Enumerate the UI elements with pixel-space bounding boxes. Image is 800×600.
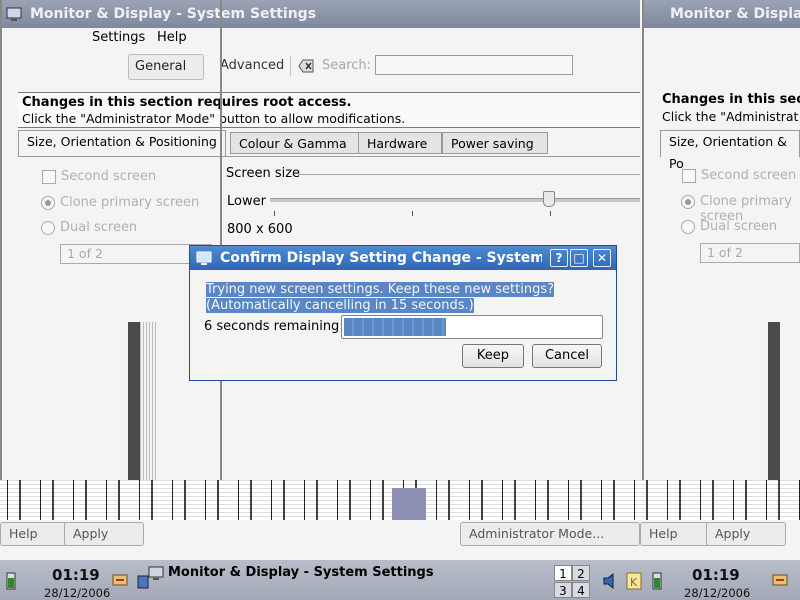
desktop-1[interactable]: 1 — [554, 565, 572, 581]
root-access-notice: Changes in this section requires root ac… — [18, 92, 640, 128]
tab-panel-border — [18, 156, 640, 157]
second-screen-checkbox[interactable] — [42, 170, 56, 184]
duplicate-dual-label: Dual screen — [700, 219, 778, 234]
countdown-progress-bar — [341, 315, 603, 339]
duplicate-radio — [681, 195, 695, 209]
duplicate-clock-date: 28/12/2006 — [684, 586, 751, 600]
cancel-button[interactable]: Cancel — [532, 344, 602, 368]
monitor-icon — [148, 566, 164, 580]
screen-size-slider[interactable] — [270, 198, 640, 202]
general-button[interactable]: General — [128, 54, 204, 80]
clone-primary-label: Clone primary screen — [60, 195, 200, 210]
monitor-icon — [6, 7, 22, 21]
duplicate-radio — [681, 220, 695, 234]
dialog-message-line1: Trying new screen settings. Keep these n… — [206, 282, 554, 297]
scrollbar-artifact — [140, 322, 156, 482]
duplicate-apply-button: Apply — [706, 522, 786, 546]
clock-date: 28/12/2006 — [44, 586, 111, 600]
confirm-dialog: Confirm Display Setting Change - System … — [189, 245, 617, 381]
slider-tick — [412, 211, 413, 216]
screen-size-divider — [298, 174, 640, 175]
help-icon[interactable]: ? — [550, 249, 568, 267]
tab-size-orientation[interactable]: Size, Orientation & Positioning — [18, 130, 226, 157]
dual-screen-label: Dual screen — [60, 220, 138, 235]
menu-settings[interactable]: Settings — [92, 30, 145, 45]
main-window-titlebar[interactable]: Monitor & Display - System Settings — [0, 0, 640, 28]
svg-text:K: K — [630, 576, 638, 589]
seconds-remaining-label: 6 seconds remaining: — [204, 319, 344, 334]
battery-icon[interactable] — [650, 572, 664, 590]
desktop-3[interactable]: 3 — [554, 582, 572, 598]
desktop-4[interactable]: 4 — [572, 582, 590, 598]
dialog-message-line2: (Automatically cancelling in 15 seconds.… — [206, 298, 474, 313]
duplicate-notice-heading: Changes in this sec — [662, 92, 800, 107]
dialog-message: Trying new screen settings. Keep these n… — [206, 282, 554, 314]
screen-size-slider-handle[interactable] — [543, 191, 555, 207]
duplicate-tab: Size, Orientation & Po — [660, 130, 800, 171]
search-label: Search: — [322, 58, 372, 73]
root-notice-text: Click the "Administrator Mode" button to… — [22, 111, 406, 126]
tab-colour-gamma[interactable]: Colour & Gamma — [230, 132, 374, 154]
dual-screen-radio[interactable] — [41, 221, 55, 235]
battery-icon[interactable] — [4, 572, 18, 590]
duplicate-screen-select: 1 of 2 — [700, 243, 800, 263]
clock-time[interactable]: 01:19 — [52, 566, 100, 584]
advanced-button[interactable]: Advanced — [214, 54, 290, 78]
search-input[interactable] — [375, 55, 573, 75]
current-resolution: 800 x 600 — [227, 222, 293, 237]
network-icon[interactable] — [112, 572, 128, 588]
dialog-title: Confirm Display Setting Change - System … — [220, 250, 542, 266]
dialog-titlebar[interactable]: Confirm Display Setting Change - System … — [190, 246, 616, 270]
render-noise-block — [392, 488, 426, 524]
tab-power-saving[interactable]: Power saving — [442, 132, 548, 154]
menubar: Settings Help — [0, 28, 640, 48]
duplicate-window-edge — [642, 0, 644, 520]
screen-size-label: Screen size — [226, 166, 301, 181]
main-window-title: Monitor & Display - System Settings — [30, 6, 317, 22]
duplicate-checkbox — [682, 169, 696, 183]
clone-primary-radio[interactable] — [41, 196, 55, 210]
keep-button[interactable]: Keep — [462, 344, 524, 368]
duplicate-notice-text: Click the "Administrat — [662, 109, 799, 124]
second-screen-label: Second screen — [61, 169, 157, 184]
monitor-icon — [196, 251, 212, 265]
volume-icon[interactable] — [602, 572, 620, 590]
duplicate-second-screen-label: Second screen — [701, 168, 797, 183]
administrator-mode-button[interactable]: Administrator Mode... — [460, 522, 640, 546]
toolbar-separator — [290, 56, 291, 76]
desktop-pager: 1 2 3 4 — [552, 563, 592, 599]
apply-button[interactable]: Apply — [64, 522, 144, 546]
desktop-2[interactable]: 2 — [572, 565, 590, 581]
close-icon[interactable]: ✕ — [593, 249, 611, 267]
menu-help[interactable]: Help — [157, 30, 187, 45]
kde-icon[interactable]: K — [626, 572, 642, 590]
taskbar-task-label: Monitor & Display - System Settings — [168, 565, 434, 580]
scrollbar-artifact — [128, 322, 140, 482]
root-notice-heading: Changes in this section requires root ac… — [22, 95, 352, 110]
duplicate-scrollbar-artifact — [768, 322, 780, 482]
slider-tick — [274, 211, 275, 216]
network-icon[interactable] — [772, 572, 788, 588]
clear-search-icon[interactable] — [298, 59, 314, 73]
toolbar: General Advanced Search: — [0, 50, 640, 84]
taskbar-task-item[interactable]: Monitor & Display - System Settings — [148, 563, 548, 583]
slider-tick — [550, 211, 551, 216]
progress-fill — [344, 318, 446, 336]
duplicate-window-title: Monitor & Display — [670, 6, 800, 22]
button-bar: Help Apply Administrator Mode... Help Ap… — [0, 520, 800, 550]
window-edge — [0, 0, 2, 520]
duplicate-window-titlebar: Monitor & Display — [642, 0, 800, 28]
maximize-icon[interactable]: □ — [570, 249, 588, 267]
tab-hardware[interactable]: Hardware — [358, 132, 442, 154]
lower-label: Lower — [227, 194, 266, 209]
duplicate-clock-time: 01:19 — [692, 566, 740, 584]
